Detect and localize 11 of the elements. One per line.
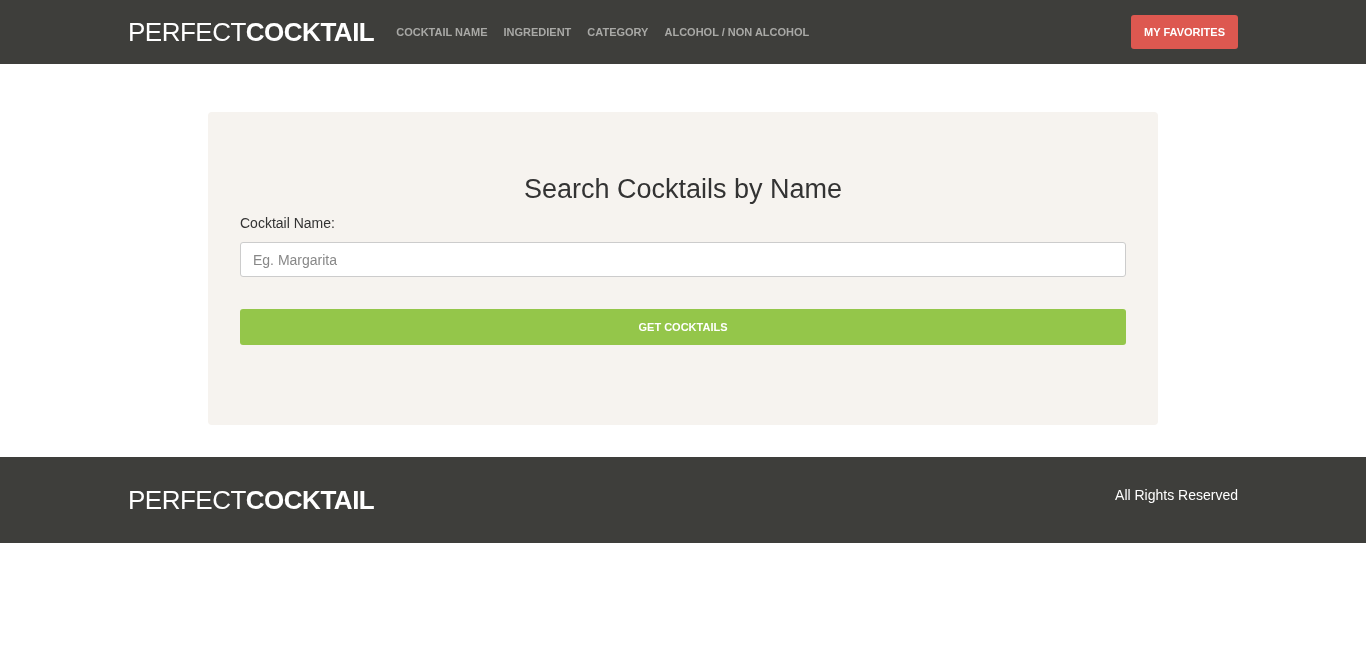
logo[interactable]: PERFECTCOCKTAIL	[128, 484, 375, 516]
nav-link[interactable]: CATEGORY	[587, 26, 649, 38]
search-title: Search Cocktails by Name	[523, 174, 843, 205]
nav-link[interactable]: ALCOHOL / NON ALCOHOL	[664, 26, 810, 38]
logo[interactable]: PERFECTCOCKTAIL	[128, 16, 375, 48]
cocktail-name-field[interactable]: Eg. Margarita	[240, 242, 1126, 277]
nav-link[interactable]: INGREDIENT	[503, 26, 572, 38]
favorites-button[interactable]: MY FAVORITES	[1131, 15, 1238, 49]
copyright-text: All Rights Reserved	[1115, 487, 1238, 503]
field-label: Cocktail Name:	[240, 215, 336, 231]
nav-link[interactable]: COCKTAIL NAME	[396, 26, 488, 38]
